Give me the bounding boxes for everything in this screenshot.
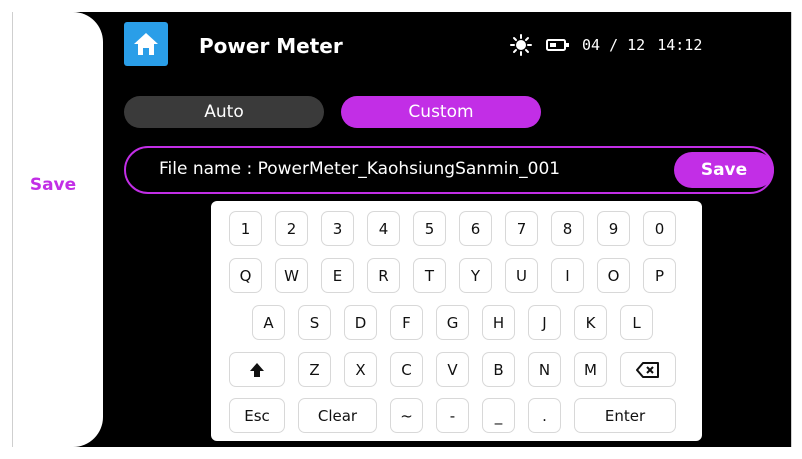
- key-1[interactable]: 1: [229, 211, 262, 246]
- key-q[interactable]: Q: [229, 258, 262, 293]
- date-text: 04 / 12: [582, 36, 646, 54]
- status-bar: 04 / 12 14:12: [510, 34, 702, 56]
- filename-text: File name : PowerMeter_KaohsiungSanmin_0…: [159, 159, 561, 179]
- filename-field[interactable]: File name : PowerMeter_KaohsiungSanmin_0…: [124, 146, 774, 194]
- mode-custom-button[interactable]: Custom: [341, 96, 541, 128]
- key-x[interactable]: X: [344, 352, 377, 387]
- home-button[interactable]: [124, 22, 168, 66]
- underscore-key[interactable]: _: [482, 398, 515, 433]
- key-l[interactable]: L: [620, 305, 653, 340]
- key-p[interactable]: P: [643, 258, 676, 293]
- on-screen-keyboard: 1 2 3 4 5 6 7 8 9 0 Q W E R T Y U I O P …: [211, 201, 702, 441]
- key-m[interactable]: M: [574, 352, 607, 387]
- device-screen: Save Power Meter 04 / 12 14:12 Auto Cust…: [12, 12, 792, 447]
- key-9[interactable]: 9: [597, 211, 630, 246]
- save-button[interactable]: Save: [674, 152, 774, 188]
- key-5[interactable]: 5: [413, 211, 446, 246]
- key-u[interactable]: U: [505, 258, 538, 293]
- key-0[interactable]: 0: [643, 211, 676, 246]
- key-c[interactable]: C: [390, 352, 423, 387]
- shift-icon: [250, 362, 264, 377]
- clear-key[interactable]: Clear: [298, 398, 377, 433]
- key-f[interactable]: F: [390, 305, 423, 340]
- key-a[interactable]: A: [252, 305, 285, 340]
- key-e[interactable]: E: [321, 258, 354, 293]
- backspace-key[interactable]: [620, 352, 676, 387]
- brightness-icon: [510, 34, 532, 56]
- page-title: Power Meter: [199, 34, 343, 58]
- key-t[interactable]: T: [413, 258, 446, 293]
- key-3[interactable]: 3: [321, 211, 354, 246]
- key-o[interactable]: O: [597, 258, 630, 293]
- battery-icon: [546, 39, 569, 51]
- key-d[interactable]: D: [344, 305, 377, 340]
- key-r[interactable]: R: [367, 258, 400, 293]
- key-7[interactable]: 7: [505, 211, 538, 246]
- time-text: 14:12: [657, 36, 703, 54]
- key-i[interactable]: I: [551, 258, 584, 293]
- key-2[interactable]: 2: [275, 211, 308, 246]
- key-h[interactable]: H: [482, 305, 515, 340]
- mode-auto-button[interactable]: Auto: [124, 96, 324, 128]
- backspace-icon: [636, 361, 659, 378]
- key-z[interactable]: Z: [298, 352, 331, 387]
- shift-key[interactable]: [229, 352, 285, 387]
- home-icon: [134, 33, 158, 55]
- key-6[interactable]: 6: [459, 211, 492, 246]
- key-8[interactable]: 8: [551, 211, 584, 246]
- key-k[interactable]: K: [574, 305, 607, 340]
- key-w[interactable]: W: [275, 258, 308, 293]
- key-g[interactable]: G: [436, 305, 469, 340]
- sidebar: Save: [13, 12, 103, 447]
- key-n[interactable]: N: [528, 352, 561, 387]
- tilde-key[interactable]: ~: [390, 398, 423, 433]
- sidebar-save-button[interactable]: Save: [13, 175, 93, 195]
- dash-key[interactable]: -: [436, 398, 469, 433]
- key-4[interactable]: 4: [367, 211, 400, 246]
- enter-key[interactable]: Enter: [574, 398, 676, 433]
- dot-key[interactable]: .: [528, 398, 561, 433]
- key-y[interactable]: Y: [459, 258, 492, 293]
- key-v[interactable]: V: [436, 352, 469, 387]
- key-b[interactable]: B: [482, 352, 515, 387]
- esc-key[interactable]: Esc: [229, 398, 285, 433]
- key-s[interactable]: S: [298, 305, 331, 340]
- key-j[interactable]: J: [528, 305, 561, 340]
